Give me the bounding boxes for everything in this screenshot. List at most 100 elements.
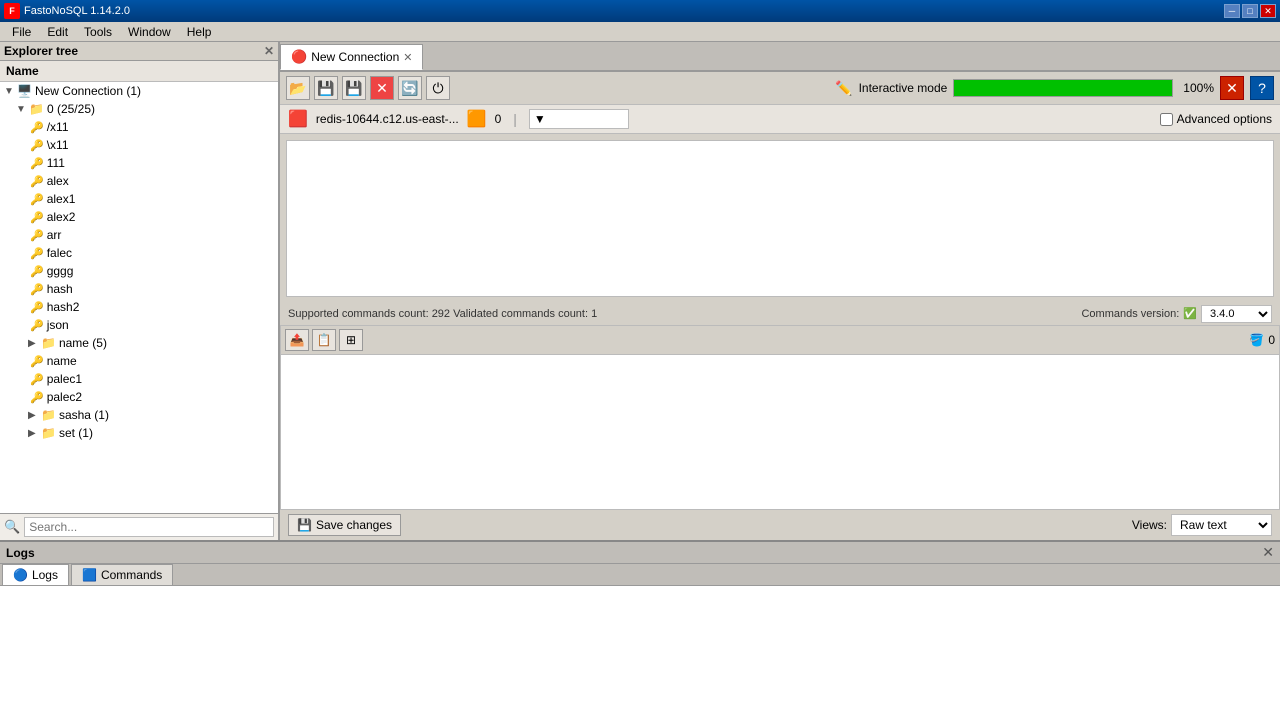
advanced-options-text: Advanced options [1177, 112, 1272, 126]
close-icon: ✕ [376, 80, 388, 97]
key-label: alex [47, 174, 69, 188]
version-select[interactable]: 3.4.0 [1201, 305, 1272, 323]
list-item[interactable]: 🔑 /x11 [0, 118, 278, 136]
tree-name-header: Name [0, 61, 278, 82]
menu-edit[interactable]: Edit [39, 23, 76, 41]
help-button[interactable]: ? [1250, 76, 1274, 100]
list-item[interactable]: 🔑 111 [0, 154, 278, 172]
list-item[interactable]: 🔑 \x11 [0, 136, 278, 154]
connection-icon: 🖥️ [17, 84, 32, 98]
list-item[interactable]: 🔑 falec [0, 244, 278, 262]
menu-tools[interactable]: Tools [76, 23, 120, 41]
export-icon: 📤 [290, 333, 305, 347]
list-item[interactable]: 🔑 alex [0, 172, 278, 190]
list-item[interactable]: 🔑 alex2 [0, 208, 278, 226]
save-button[interactable]: 💾 [314, 76, 338, 100]
menubar: File Edit Tools Window Help [0, 22, 1280, 42]
tab-icon: 🔴 [291, 49, 307, 65]
copy-button[interactable]: 📋 [312, 329, 336, 351]
command-textarea[interactable] [287, 141, 1273, 296]
search-input[interactable] [24, 517, 274, 537]
logs-close-button[interactable]: ✕ [1262, 544, 1274, 561]
logs-tabs: 🔵 Logs 🟦 Commands [0, 564, 1280, 586]
minimize-button[interactable]: ─ [1224, 4, 1240, 18]
list-item[interactable]: 🔑 alex1 [0, 190, 278, 208]
key-label: alex1 [47, 192, 76, 206]
list-item[interactable]: ▶ 📁 set (1) [0, 424, 278, 442]
list-item[interactable]: 🔑 gggg [0, 262, 278, 280]
key-label: falec [47, 246, 72, 260]
open-button[interactable]: 📂 [286, 76, 310, 100]
logs-content[interactable] [0, 586, 1280, 710]
list-item[interactable]: 🔑 arr [0, 226, 278, 244]
advanced-options-checkbox[interactable] [1160, 113, 1173, 126]
menu-window[interactable]: Window [120, 23, 179, 41]
export-button[interactable]: 📤 [285, 329, 309, 351]
key-icon: 🔑 [30, 391, 44, 404]
key-label: alex2 [47, 210, 76, 224]
commands-version-label: Commands version: [1081, 308, 1179, 320]
list-item[interactable]: 🔑 hash2 [0, 298, 278, 316]
list-item[interactable]: 🔑 hash [0, 280, 278, 298]
tab-new-connection[interactable]: 🔴 New Connection ✕ [280, 44, 423, 70]
advanced-options-label[interactable]: Advanced options [1160, 112, 1272, 126]
menu-help[interactable]: Help [179, 23, 220, 41]
close-explorer-button[interactable]: ✕ [264, 44, 274, 58]
refresh-button[interactable]: 🔄 [398, 76, 422, 100]
app-icon: F [4, 3, 20, 19]
menu-file[interactable]: File [4, 23, 39, 41]
validated-commands-text: Validated commands count: 1 [453, 308, 597, 320]
key-label: hash [47, 282, 73, 296]
key-label: name (5) [59, 336, 107, 350]
main-layout: Explorer tree ✕ Name ▼ 🖥️ New Connection… [0, 42, 1280, 540]
views-dropdown[interactable]: Raw textFormatted [1171, 514, 1272, 536]
tree-scroll[interactable]: ▼ 🖥️ New Connection (1) ▼ 📁 0 (25/25) 🔑 … [0, 82, 278, 513]
checkmark-icon: ✅ [1183, 307, 1197, 320]
stop-button[interactable]: ✕ [1220, 76, 1244, 100]
key-icon: 🔑 [30, 319, 44, 332]
list-item[interactable]: 🔑 palec2 [0, 388, 278, 406]
save-changes-button[interactable]: 💾 Save changes [288, 514, 401, 536]
logs-header: Logs ✕ [0, 542, 1280, 564]
commands-tab-icon: 🟦 [82, 568, 97, 582]
close-button[interactable]: ✕ [1260, 4, 1276, 18]
progress-percent: 100% [1183, 81, 1214, 95]
list-item[interactable]: ▶ 📁 name (5) [0, 334, 278, 352]
titlebar: F FastoNoSQL 1.14.2.0 ─ □ ✕ [0, 0, 1280, 22]
key-icon: 🔑 [30, 175, 44, 188]
titlebar-controls: ─ □ ✕ [1224, 4, 1276, 18]
power-button[interactable]: ⏻ [426, 76, 450, 100]
connection-area: 🟥 redis-10644.c12.us-east-... 🟧 0 | ▼ Ad… [280, 105, 1280, 134]
list-item[interactable]: ▶ 📁 sasha (1) [0, 406, 278, 424]
key-icon: 🔑 [30, 139, 44, 152]
key-label: set (1) [59, 426, 93, 440]
tree-arrow-sasha: ▶ [28, 410, 38, 421]
list-item[interactable]: 🔑 name [0, 352, 278, 370]
save-as-button[interactable]: 💾 [342, 76, 366, 100]
output-area[interactable] [280, 354, 1280, 511]
key-icon: 🔑 [30, 247, 44, 260]
key-icon: 🔑 [30, 121, 44, 134]
explorer-tree: Explorer tree ✕ Name ▼ 🖥️ New Connection… [0, 42, 280, 540]
maximize-button[interactable]: □ [1242, 4, 1258, 18]
close-connection-button[interactable]: ✕ [370, 76, 394, 100]
main-toolbar: 📂 💾 💾 ✕ 🔄 ⏻ ✏️ Interactive mode [280, 72, 1280, 105]
list-item[interactable]: 🔑 json [0, 316, 278, 334]
db-selector-dropdown[interactable]: ▼ [529, 109, 629, 129]
list-item[interactable]: 🔑 palec1 [0, 370, 278, 388]
app-title: FastoNoSQL 1.14.2.0 [24, 5, 130, 17]
output-toolbar: 📤 📋 ⊞ 🪣 0 [280, 325, 1280, 354]
views-section: Views: Raw textFormatted [1132, 514, 1272, 536]
tab-commands[interactable]: 🟦 Commands [71, 564, 173, 585]
grid-button[interactable]: ⊞ [339, 329, 363, 351]
tab-close-button[interactable]: ✕ [403, 51, 412, 64]
tree-db-node[interactable]: ▼ 📁 0 (25/25) [0, 100, 278, 118]
save-icon: 💾 [317, 80, 334, 97]
key-label: palec2 [47, 390, 82, 404]
stop-icon: ✕ [1226, 80, 1238, 97]
tab-logs[interactable]: 🔵 Logs [2, 564, 69, 585]
tree-root-node[interactable]: ▼ 🖥️ New Connection (1) [0, 82, 278, 100]
command-input-area[interactable] [286, 140, 1274, 297]
tree-arrow-set: ▶ [28, 428, 38, 439]
pencil-icon: ✏️ [835, 80, 852, 97]
